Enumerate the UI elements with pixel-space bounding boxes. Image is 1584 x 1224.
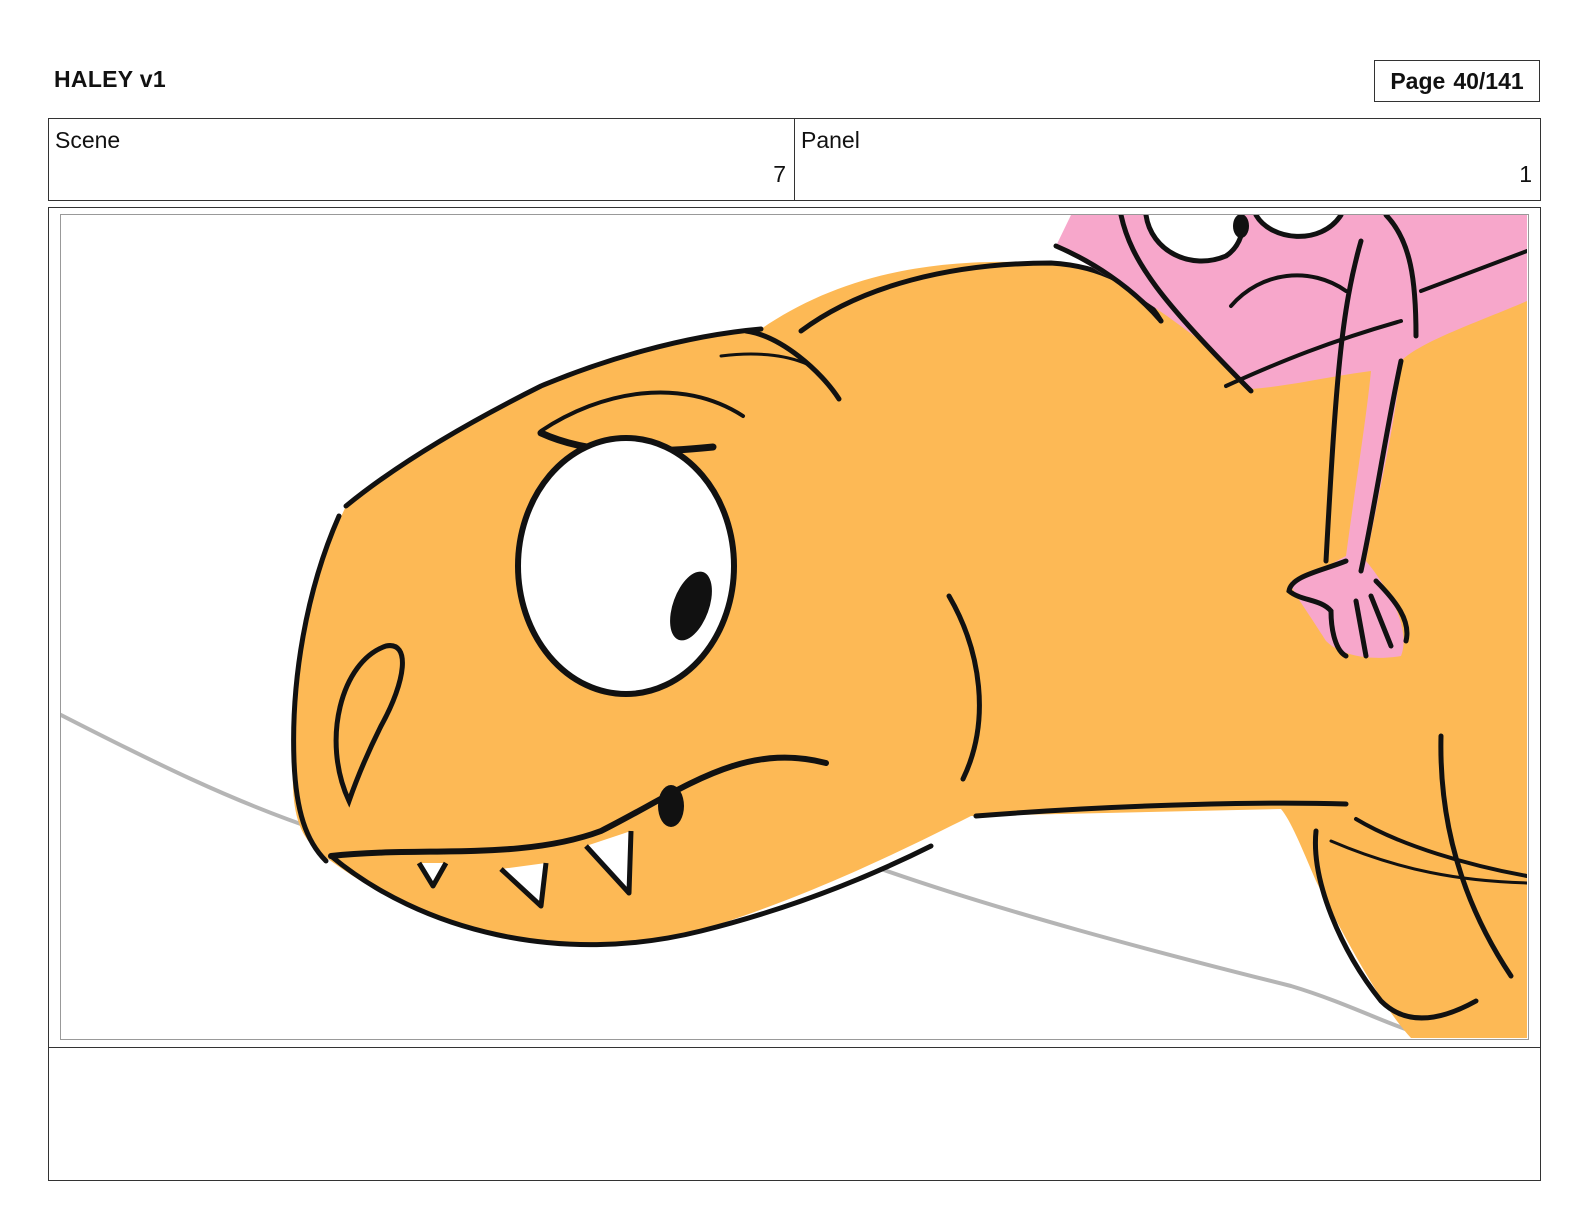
- panel-value: 1: [1519, 161, 1532, 187]
- dinosaur-illustration: [61, 215, 1527, 1038]
- storyboard-drawing: [60, 214, 1529, 1040]
- page-number: 40/141: [1453, 67, 1524, 94]
- panel-label: Panel: [801, 127, 860, 153]
- page-indicator: Page 40/141: [1374, 60, 1540, 102]
- panel-cell: Panel 1: [794, 119, 1540, 200]
- notes-area: [48, 1048, 1541, 1181]
- scene-panel-table: Scene 7 Panel 1: [48, 118, 1541, 201]
- scene-label: Scene: [55, 127, 121, 153]
- scene-cell: Scene 7: [49, 119, 794, 200]
- board-title: HALEY v1: [54, 66, 166, 92]
- page-label: Page: [1390, 67, 1446, 94]
- scene-value: 7: [773, 161, 786, 187]
- dino-eye: [515, 435, 737, 697]
